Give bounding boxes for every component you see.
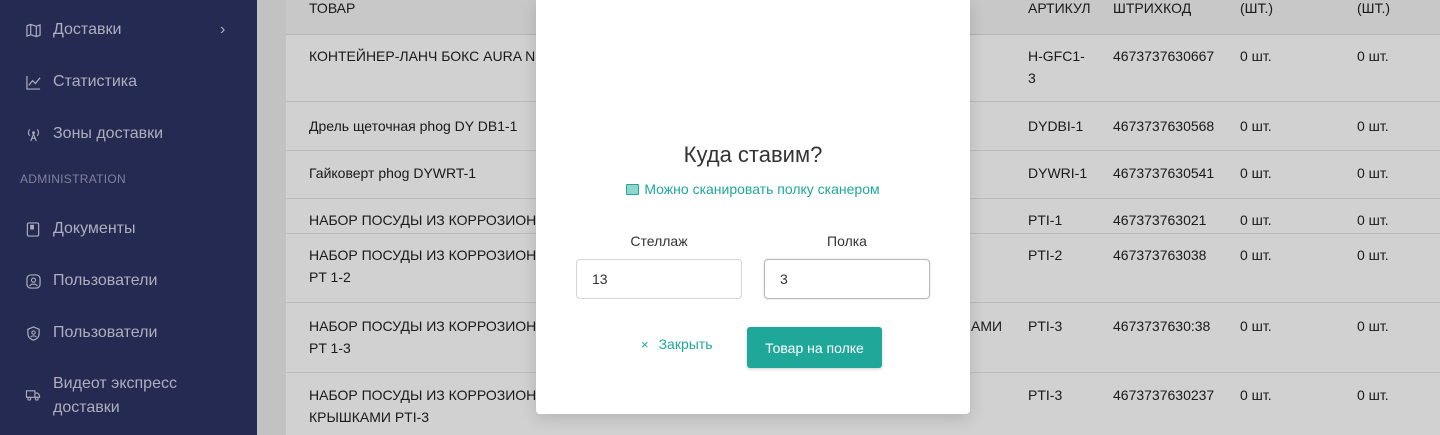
- scanner-icon: [626, 184, 640, 195]
- shelf-input[interactable]: [764, 259, 930, 299]
- close-icon: ×: [641, 337, 649, 352]
- modal-title: Куда ставим?: [683, 142, 823, 167]
- shelf-placement-modal: Куда ставим? Можно сканировать полку ска…: [536, 0, 970, 414]
- close-button-label: Закрыть: [658, 336, 713, 352]
- confirm-on-shelf-button[interactable]: Товар на полке: [747, 327, 882, 368]
- rack-input[interactable]: [576, 259, 742, 299]
- rack-label: Стеллаж: [630, 233, 688, 249]
- scan-hint-text: Можно сканировать полку сканером: [644, 181, 880, 197]
- shelf-label: Полка: [827, 233, 867, 249]
- close-button[interactable]: × Закрыть: [641, 336, 713, 352]
- scan-hint: Можно сканировать полку сканером: [536, 181, 970, 197]
